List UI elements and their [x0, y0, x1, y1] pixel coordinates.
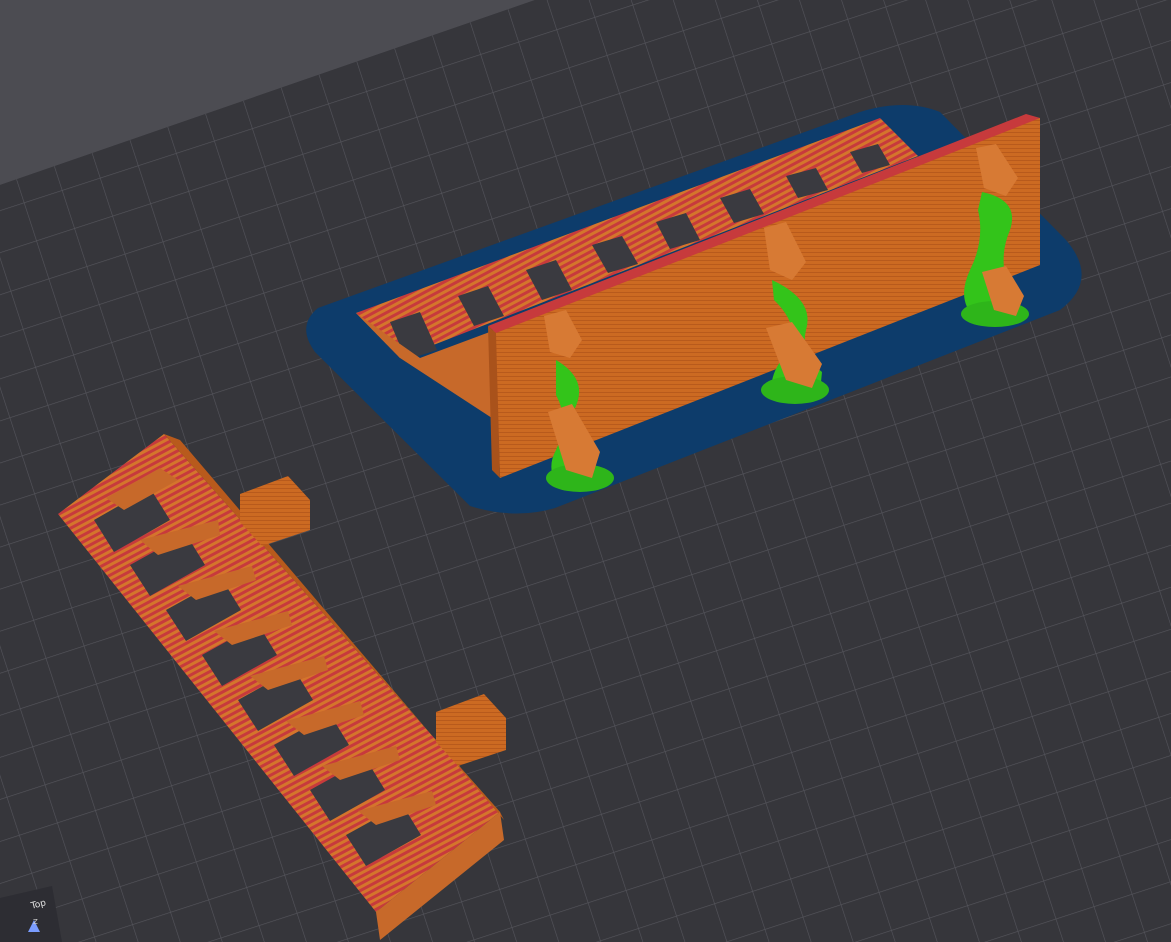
3d-viewport[interactable] — [0, 0, 1171, 942]
axis-label: Z — [33, 918, 38, 926]
